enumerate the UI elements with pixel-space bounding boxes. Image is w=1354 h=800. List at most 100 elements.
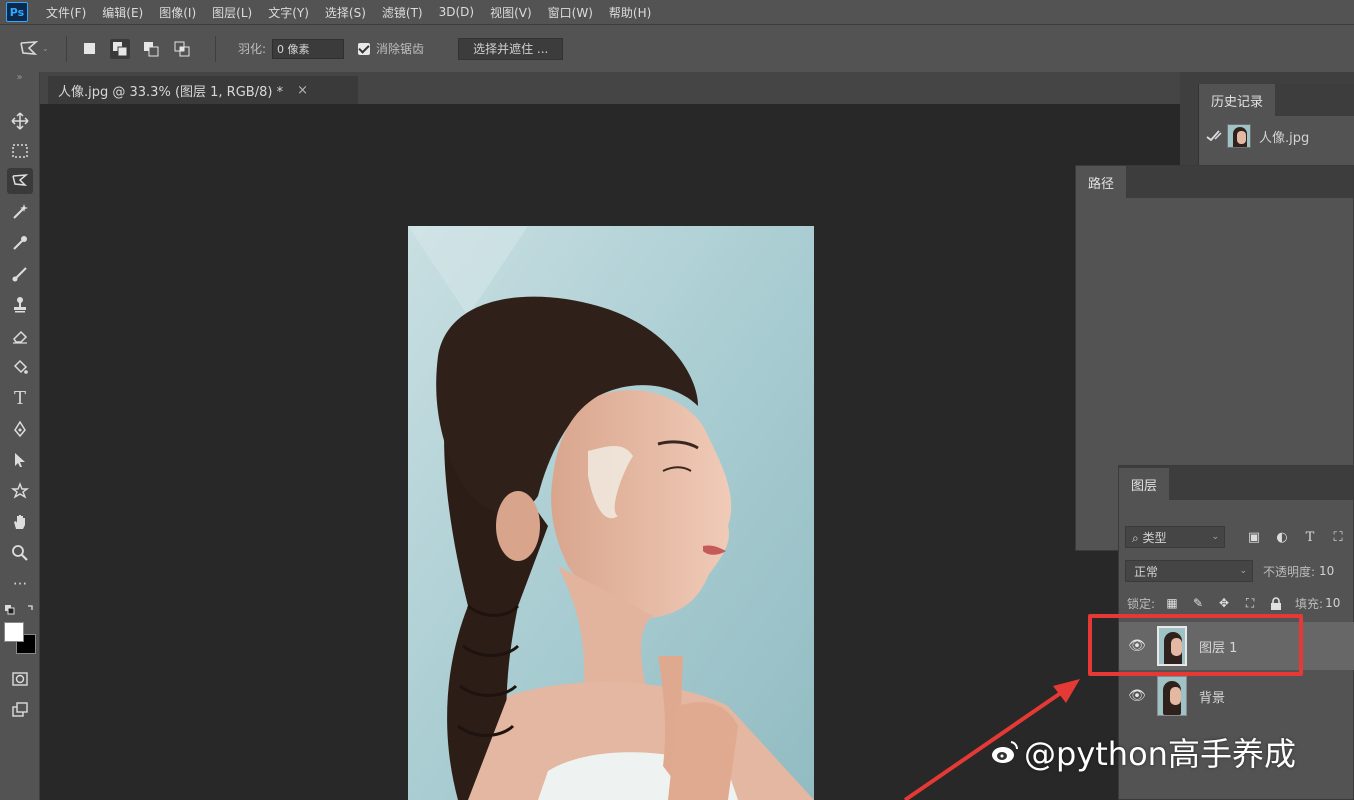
opacity-input[interactable]: 10 bbox=[1319, 564, 1334, 578]
new-selection-icon bbox=[83, 43, 95, 54]
history-brush-icon[interactable] bbox=[1205, 129, 1223, 143]
menu-layer[interactable]: 图层(L) bbox=[212, 4, 252, 21]
tab-paths[interactable]: 路径 bbox=[1076, 166, 1127, 198]
options-bar: ⌄ 羽化: 消除锯齿 选择并遮住 ... bbox=[0, 24, 1354, 72]
watermark: @python高手养成 bbox=[990, 730, 1296, 774]
layer-filter-row: ⌕ 类型 ⌄ ▣ ◐ T ⛶ bbox=[1119, 524, 1354, 550]
lock-transparent-pixels-icon[interactable]: ▦ bbox=[1163, 594, 1181, 612]
document-tab[interactable]: 人像.jpg @ 33.3% (图层 1, RGB/8) * × bbox=[48, 76, 358, 104]
tools-panel: » T ··· bbox=[0, 72, 40, 800]
menu-window[interactable]: 窗口(W) bbox=[548, 4, 593, 21]
weibo-logo-icon bbox=[992, 741, 1019, 763]
more-tools-icon[interactable]: ··· bbox=[7, 571, 33, 597]
blend-row: 正常 ⌄ 不透明度: 10 bbox=[1119, 558, 1354, 584]
feather-label: 羽化: bbox=[238, 42, 267, 56]
opacity-label: 不透明度: bbox=[1263, 564, 1316, 579]
tool-preset-picker[interactable]: ⌄ bbox=[18, 35, 54, 63]
portrait-photo bbox=[408, 226, 814, 800]
brush-tool-icon[interactable] bbox=[7, 261, 33, 287]
quick-mask-icon[interactable] bbox=[7, 666, 33, 692]
separator bbox=[215, 35, 216, 62]
path-selection-tool-icon[interactable] bbox=[7, 447, 33, 473]
screen-mode-icon[interactable] bbox=[7, 697, 33, 723]
chevron-down-icon: ⌄ bbox=[1239, 566, 1247, 576]
subtract-from-selection-button[interactable] bbox=[141, 39, 161, 59]
panel-grip-icon[interactable]: » bbox=[0, 72, 39, 90]
menu-select[interactable]: 选择(S) bbox=[325, 4, 366, 21]
polygonal-lasso-icon bbox=[20, 40, 39, 55]
fill-input[interactable]: 10 bbox=[1325, 596, 1340, 610]
pen-tool-icon[interactable] bbox=[7, 416, 33, 442]
filter-adjustment-icon[interactable]: ◐ bbox=[1271, 526, 1293, 548]
blend-mode-select[interactable]: 正常 ⌄ bbox=[1125, 560, 1253, 582]
feather-input[interactable] bbox=[272, 38, 345, 59]
antialias-checkbox[interactable]: 消除锯齿 bbox=[358, 40, 424, 57]
color-swatches[interactable] bbox=[4, 622, 36, 656]
move-tool-icon[interactable] bbox=[7, 108, 33, 134]
default-colors-icon[interactable] bbox=[4, 602, 36, 616]
antialias-label: 消除锯齿 bbox=[376, 42, 425, 56]
menu-help[interactable]: 帮助(H) bbox=[609, 4, 651, 21]
new-selection-button[interactable] bbox=[79, 39, 99, 59]
history-item[interactable]: 人像.jpg bbox=[1199, 116, 1354, 156]
filter-pixel-icon[interactable]: ▣ bbox=[1243, 526, 1265, 548]
menu-bar: Ps 文件(F) 编辑(E) 图像(I) 图层(L) 文字(Y) 选择(S) 滤… bbox=[0, 0, 1354, 24]
hand-tool-icon[interactable] bbox=[7, 509, 33, 535]
foreground-color-swatch[interactable] bbox=[4, 622, 24, 642]
visibility-eye-icon[interactable]: 👁︎ bbox=[1119, 688, 1155, 704]
lock-all-icon[interactable] bbox=[1267, 594, 1285, 612]
history-tabbar: 历史记录 bbox=[1199, 84, 1354, 116]
chevron-down-icon: ⌄ bbox=[1211, 532, 1219, 542]
subtract-from-selection-icon bbox=[144, 41, 159, 56]
intersect-selection-button[interactable] bbox=[172, 39, 192, 59]
eyedropper-tool-icon[interactable] bbox=[7, 230, 33, 256]
lock-image-pixels-icon[interactable]: ✎ bbox=[1189, 594, 1207, 612]
lock-position-icon[interactable]: ✥ bbox=[1215, 594, 1233, 612]
add-to-selection-icon bbox=[113, 41, 128, 56]
lock-label: 锁定: bbox=[1127, 596, 1156, 611]
stamp-tool-icon[interactable] bbox=[7, 292, 33, 318]
document-tab-title: 人像.jpg @ 33.3% (图层 1, RGB/8) * bbox=[58, 84, 284, 100]
layer-thumbnail bbox=[1157, 676, 1187, 716]
history-item-label: 人像.jpg bbox=[1259, 130, 1310, 146]
history-thumbnail bbox=[1227, 124, 1251, 148]
menu-type[interactable]: 文字(Y) bbox=[268, 4, 309, 21]
close-icon[interactable]: × bbox=[297, 83, 308, 98]
intersect-selection-icon bbox=[174, 41, 190, 56]
zoom-tool-icon[interactable] bbox=[7, 540, 33, 566]
marquee-tool-icon[interactable] bbox=[7, 138, 33, 164]
filter-type-icon[interactable]: T bbox=[1299, 526, 1321, 548]
canvas-area[interactable] bbox=[40, 104, 1180, 800]
tab-layers[interactable]: 图层 bbox=[1119, 468, 1170, 500]
layer-name: 背景 bbox=[1199, 690, 1226, 706]
photoshop-logo-icon: Ps bbox=[6, 2, 28, 22]
menu-filter[interactable]: 滤镜(T) bbox=[382, 4, 423, 21]
select-and-mask-button[interactable]: 选择并遮住 ... bbox=[458, 37, 564, 60]
layer-filter-select[interactable]: ⌕ 类型 ⌄ bbox=[1125, 526, 1225, 548]
paint-bucket-tool-icon[interactable] bbox=[7, 354, 33, 380]
menu-image[interactable]: 图像(I) bbox=[159, 4, 196, 21]
lasso-tool-icon[interactable] bbox=[7, 168, 33, 194]
filter-shape-icon[interactable]: ⛶ bbox=[1327, 526, 1349, 548]
canvas-image[interactable] bbox=[408, 226, 814, 800]
document-tab-bar: 人像.jpg @ 33.3% (图层 1, RGB/8) * × bbox=[40, 72, 1200, 104]
menu-file[interactable]: 文件(F) bbox=[46, 4, 86, 21]
checkbox-checked-icon bbox=[358, 42, 371, 55]
menu-3d[interactable]: 3D(D) bbox=[439, 5, 474, 19]
layer-filter-label: ⌕ 类型 bbox=[1132, 530, 1167, 545]
magic-wand-tool-icon[interactable] bbox=[7, 199, 33, 225]
tab-history[interactable]: 历史记录 bbox=[1199, 84, 1276, 116]
blend-mode-value: 正常 bbox=[1134, 564, 1159, 579]
menu-view[interactable]: 视图(V) bbox=[490, 4, 532, 21]
add-to-selection-button[interactable] bbox=[110, 38, 130, 59]
separator bbox=[66, 35, 67, 62]
shape-tool-icon[interactable] bbox=[7, 478, 33, 504]
lock-artboard-icon[interactable]: ⛶ bbox=[1241, 594, 1259, 612]
watermark-text: @python高手养成 bbox=[1024, 735, 1296, 773]
history-panel: 历史记录 人像.jpg bbox=[1198, 84, 1354, 172]
layer-row-background[interactable]: 👁︎ 背景 bbox=[1119, 672, 1354, 720]
type-tool-icon[interactable]: T bbox=[7, 385, 33, 411]
layers-tabbar: 图层 bbox=[1119, 466, 1353, 500]
menu-edit[interactable]: 编辑(E) bbox=[102, 4, 143, 21]
eraser-tool-icon[interactable] bbox=[7, 323, 33, 349]
